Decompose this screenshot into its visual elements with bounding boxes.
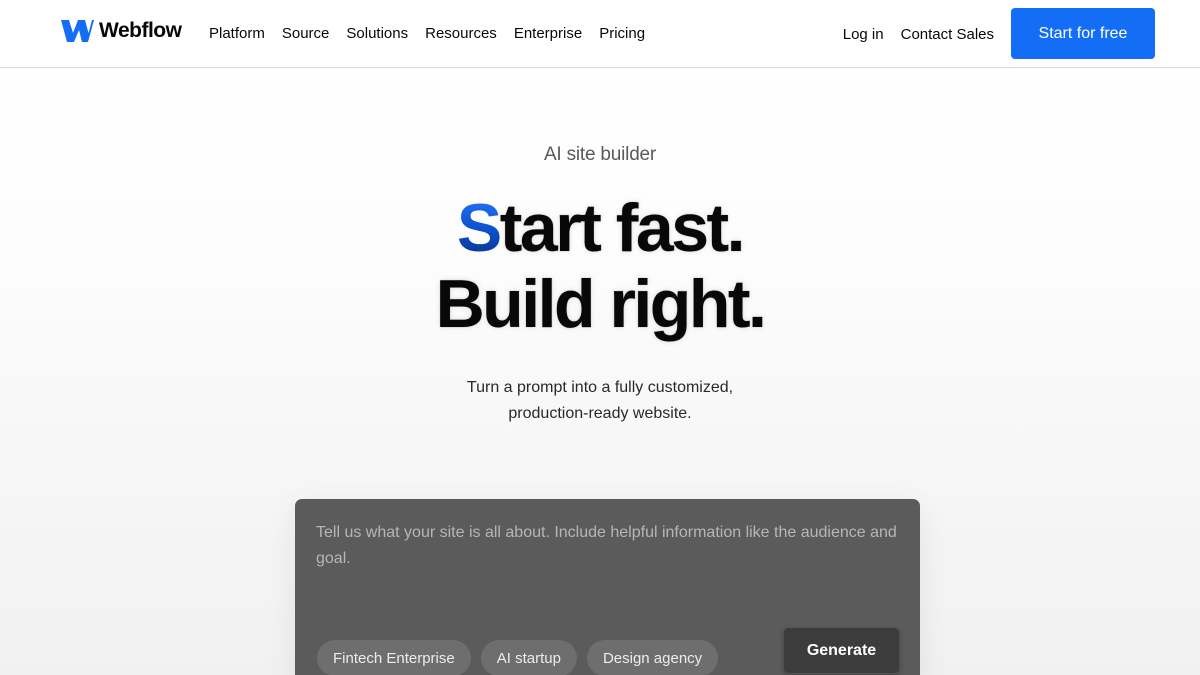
chip-design-agency[interactable]: Design agency <box>586 640 719 675</box>
chip-ai-startup[interactable]: AI startup <box>480 640 577 675</box>
prompt-suggestion-chips: Fintech Enterprise AI startup Design age… <box>317 640 719 675</box>
nav-resources[interactable]: Resources <box>425 25 497 42</box>
generate-button[interactable]: Generate <box>784 628 899 674</box>
nav-enterprise[interactable]: Enterprise <box>514 25 582 42</box>
nav-platform[interactable]: Platform <box>209 25 265 42</box>
hero-eyebrow: AI site builder <box>543 144 657 165</box>
nav-pricing[interactable]: Pricing <box>599 25 645 42</box>
headline-line-1-rest: tart fast. <box>499 190 746 266</box>
nav-solutions[interactable]: Solutions <box>346 25 408 42</box>
webflow-logo-icon <box>61 20 94 42</box>
start-for-free-button[interactable]: Start for free <box>1011 8 1155 59</box>
site-prompt-input[interactable] <box>316 520 906 610</box>
primary-nav: Platform Source Solutions Resources Ente… <box>209 0 662 67</box>
headline-line-1: Start fast. <box>0 190 1200 266</box>
page: Webflow Platform Source Solutions Resour… <box>0 0 1200 675</box>
logo-wordmark: Webflow <box>99 19 182 42</box>
login-link[interactable]: Log in <box>843 26 884 43</box>
top-nav: Webflow Platform Source Solutions Resour… <box>0 0 1200 68</box>
hero-subtitle: Turn a prompt into a fully customized, p… <box>0 375 1200 427</box>
webflow-logo[interactable]: Webflow <box>61 19 182 43</box>
hero-headline: Start fast. Build right. <box>0 190 1200 342</box>
nav-actions: Log in Contact Sales Start for free <box>843 8 1155 59</box>
chip-fintech-enterprise[interactable]: Fintech Enterprise <box>317 640 471 675</box>
contact-sales-link[interactable]: Contact Sales <box>901 26 994 43</box>
subtitle-line-2: production-ready website. <box>508 405 692 422</box>
nav-source[interactable]: Source <box>282 25 330 42</box>
headline-accent-letter: S <box>456 190 502 266</box>
headline-line-2: Build right. <box>435 266 767 342</box>
subtitle-line-1: Turn a prompt into a fully customized, <box>466 379 734 396</box>
